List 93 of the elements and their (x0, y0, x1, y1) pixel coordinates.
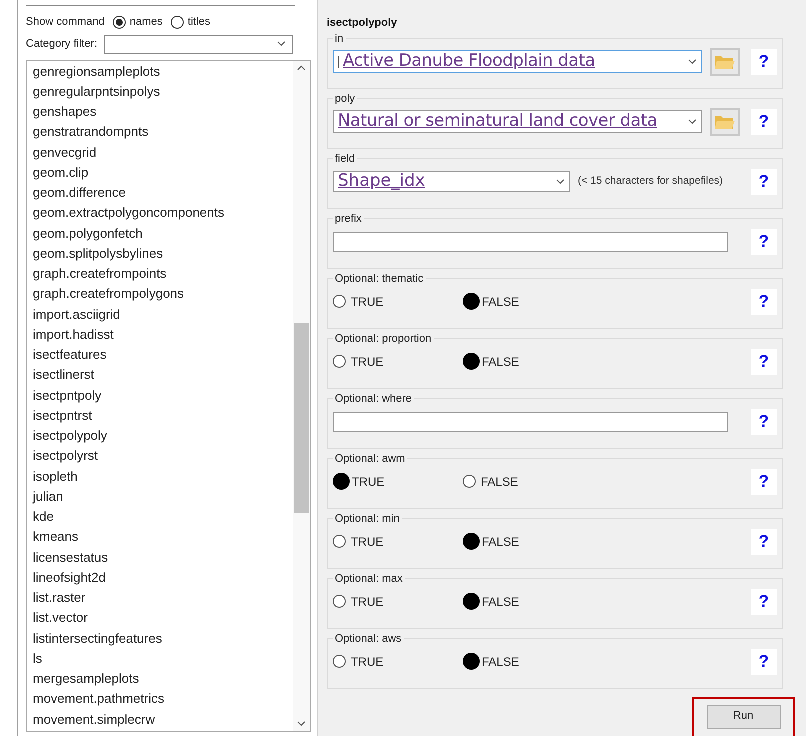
parameter-label: prefix (334, 212, 363, 224)
folder-icon (714, 114, 736, 130)
parameter-label: Optional: min (334, 512, 401, 524)
command-item[interactable]: lineofsight2d (33, 568, 293, 588)
radio-option[interactable]: TRUE (333, 592, 463, 610)
command-item[interactable]: movement.simplecrw (33, 710, 293, 730)
radio-option[interactable]: FALSE (463, 592, 593, 610)
folder-icon (714, 54, 736, 70)
help-button[interactable]: ? (751, 348, 777, 374)
command-item[interactable]: isectpolypoly (33, 426, 293, 446)
radio-option[interactable]: TRUE (333, 472, 463, 490)
scroll-up-icon (297, 64, 306, 70)
help-button[interactable]: ? (751, 168, 777, 194)
command-item[interactable]: isopleth (33, 466, 293, 487)
radio-option[interactable]: TRUE (333, 532, 463, 550)
chevron-down-icon (276, 41, 286, 47)
layer-dropdown[interactable]: Natural or seminatural land cover data (333, 110, 702, 133)
command-item[interactable]: isectfeatures (33, 345, 293, 366)
parameter-label: in (334, 32, 345, 44)
chevron-down-icon (688, 118, 697, 124)
browse-button[interactable] (710, 108, 740, 136)
command-item[interactable]: genregularpntsinpolys (33, 82, 293, 102)
text-cursor (338, 56, 339, 68)
command-item[interactable]: geom.difference (33, 183, 293, 204)
help-button[interactable]: ? (751, 408, 777, 434)
command-item[interactable]: geom.splitpolysbylines (33, 244, 293, 264)
radio-option[interactable]: FALSE (463, 292, 593, 310)
radio-option[interactable]: TRUE (333, 352, 463, 370)
command-item[interactable]: kde (33, 507, 293, 528)
parameter-label: Optional: aws (334, 632, 403, 644)
field-note: (< 15 characters for shapefiles) (578, 174, 724, 189)
command-item[interactable]: graph.createfrompoints (33, 264, 293, 284)
parameter-label: field (334, 152, 356, 164)
command-item[interactable]: geom.extractpolygoncomponents (33, 203, 293, 224)
command-item[interactable]: movement.pathmetrics (33, 689, 293, 710)
command-item[interactable]: genstratrandompnts (33, 122, 293, 142)
help-button[interactable]: ? (751, 108, 777, 134)
command-title: isectpolypoly (327, 16, 398, 31)
show-command-label: Show command (26, 15, 105, 30)
parameter-label: Optional: thematic (334, 272, 425, 284)
layer-dropdown[interactable]: Active Danube Floodplain data (333, 50, 702, 73)
run-button[interactable]: Run (706, 704, 780, 728)
radio-option[interactable]: FALSE (463, 652, 593, 670)
command-item[interactable]: geom.polygonfetch (33, 224, 293, 244)
command-item[interactable]: geom.clip (33, 162, 293, 183)
command-item[interactable]: isectpolyrst (33, 446, 293, 466)
command-item[interactable]: import.asciigrid (33, 304, 293, 325)
command-item[interactable]: isectpntrst (33, 406, 293, 426)
category-filter-dropdown[interactable] (104, 34, 293, 54)
radio-option[interactable]: FALSE (463, 472, 593, 490)
help-button[interactable]: ? (751, 528, 777, 554)
chevron-down-icon (556, 178, 565, 184)
parameter-label: poly (334, 92, 356, 104)
radio-option[interactable]: FALSE (463, 532, 593, 550)
command-item[interactable]: licensestatus (33, 548, 293, 568)
command-item[interactable]: mergesampleplots (33, 669, 293, 690)
command-item[interactable]: list.raster (33, 588, 293, 608)
command-item[interactable]: import.hadisst (33, 324, 293, 345)
command-item[interactable]: list.vector (33, 608, 293, 628)
command-item[interactable]: ls (33, 648, 293, 669)
command-item[interactable]: isectpntpoly (33, 386, 293, 406)
command-item[interactable]: genregionsampleplots (33, 62, 293, 82)
text-field[interactable] (333, 412, 728, 432)
help-button[interactable]: ? (751, 228, 777, 254)
radio-option[interactable]: TRUE (333, 292, 463, 310)
radio-option[interactable]: FALSE (463, 352, 593, 370)
chevron-down-icon (688, 58, 697, 64)
command-item[interactable]: graph.createfrompolygons (33, 284, 293, 304)
command-item[interactable]: genvecgrid (33, 142, 293, 163)
parameter-label: Optional: proportion (334, 332, 433, 344)
command-item[interactable]: isectlinerst (33, 365, 293, 386)
parameter-label: Optional: max (334, 572, 404, 584)
chevron-down-icon (297, 721, 306, 727)
category-filter-label: Category filter: (26, 36, 98, 52)
help-button[interactable]: ? (751, 468, 777, 494)
radio-option[interactable]: names (112, 14, 163, 30)
help-button[interactable]: ? (751, 48, 777, 74)
command-item[interactable]: listintersectingfeatures (33, 628, 293, 649)
command-item[interactable]: genshapes (33, 102, 293, 122)
command-item[interactable]: julian (33, 486, 293, 507)
radio-option[interactable]: titles (170, 14, 211, 30)
text-field[interactable] (333, 232, 728, 252)
browse-button[interactable] (710, 48, 740, 76)
parameter-label: Optional: awm (334, 452, 406, 464)
command-item[interactable]: kmeans (33, 527, 293, 548)
radio-option[interactable]: TRUE (333, 652, 463, 670)
help-button[interactable]: ? (751, 288, 777, 314)
scrollbar[interactable] (293, 60, 310, 731)
field-dropdown[interactable]: Shape_idx (333, 171, 570, 192)
parameter-label: Optional: where (334, 392, 414, 404)
scrollbar-thumb[interactable] (294, 322, 309, 512)
help-button[interactable]: ? (751, 588, 777, 614)
help-button[interactable]: ? (751, 648, 777, 674)
